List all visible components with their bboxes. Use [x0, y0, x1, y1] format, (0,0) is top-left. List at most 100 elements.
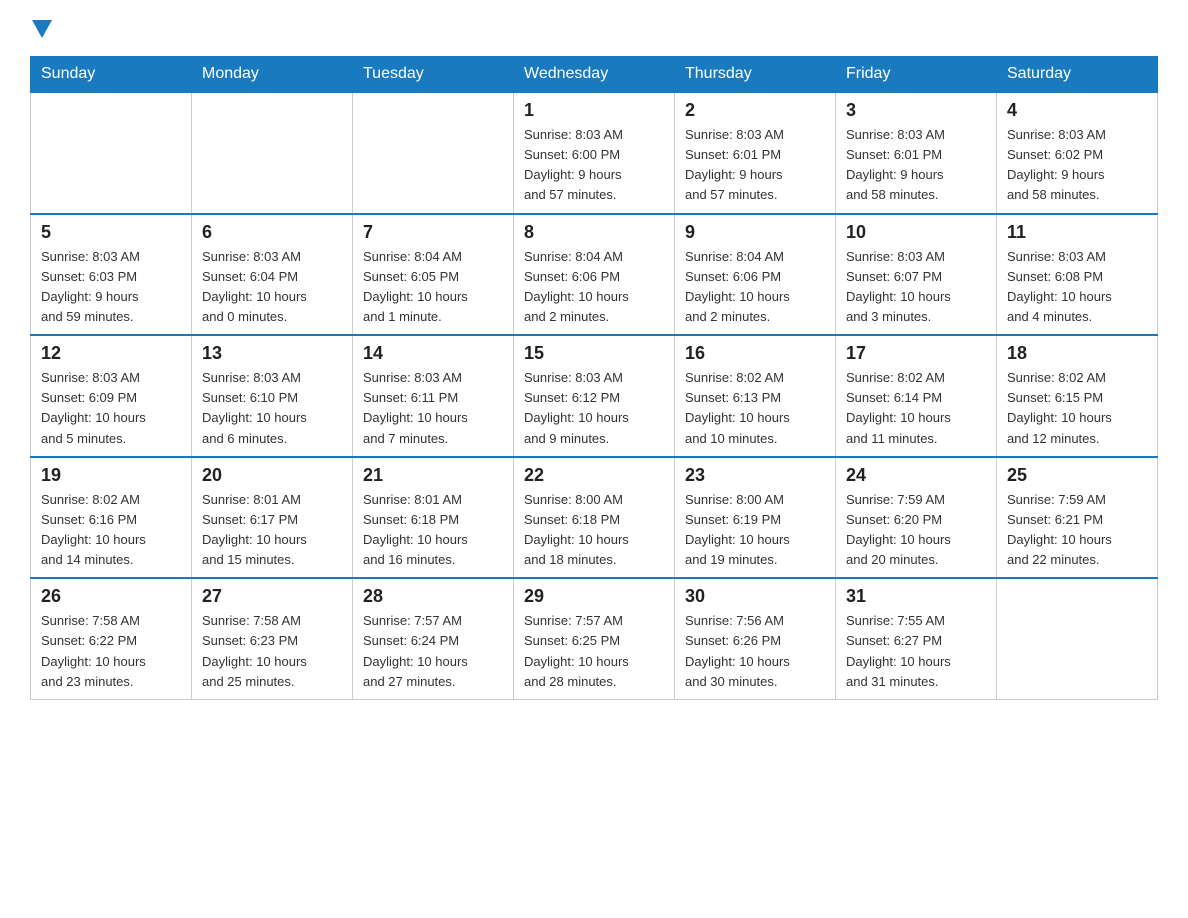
day-info: Sunrise: 8:03 AMSunset: 6:09 PMDaylight:… [41, 368, 181, 449]
calendar-day-cell: 26 Sunrise: 7:58 AMSunset: 6:22 PMDayligh… [31, 578, 192, 699]
day-info: Sunrise: 8:04 AMSunset: 6:05 PMDaylight:… [363, 247, 503, 328]
day-number: 13 [202, 343, 342, 364]
calendar-day-cell: 15 Sunrise: 8:03 AMSunset: 6:12 PMDayligh… [514, 335, 675, 457]
calendar-day-cell: 12 Sunrise: 8:03 AMSunset: 6:09 PMDayligh… [31, 335, 192, 457]
calendar-day-cell [31, 92, 192, 214]
day-info: Sunrise: 8:03 AMSunset: 6:11 PMDaylight:… [363, 368, 503, 449]
day-info: Sunrise: 8:00 AMSunset: 6:19 PMDaylight:… [685, 490, 825, 571]
day-info: Sunrise: 8:02 AMSunset: 6:13 PMDaylight:… [685, 368, 825, 449]
calendar-week-row: 26 Sunrise: 7:58 AMSunset: 6:22 PMDayligh… [31, 578, 1158, 699]
day-number: 30 [685, 586, 825, 607]
day-info: Sunrise: 7:56 AMSunset: 6:26 PMDaylight:… [685, 611, 825, 692]
calendar-day-cell: 24 Sunrise: 7:59 AMSunset: 6:20 PMDayligh… [836, 457, 997, 579]
day-number: 20 [202, 465, 342, 486]
calendar-header-row: SundayMondayTuesdayWednesdayThursdayFrid… [31, 57, 1158, 93]
calendar-day-cell: 27 Sunrise: 7:58 AMSunset: 6:23 PMDayligh… [192, 578, 353, 699]
calendar-day-cell: 10 Sunrise: 8:03 AMSunset: 6:07 PMDayligh… [836, 214, 997, 336]
calendar-day-cell: 7Sunrise: 8:04 AMSunset: 6:05 PMDaylight… [353, 214, 514, 336]
calendar-header-day: Sunday [31, 57, 192, 93]
day-info: Sunrise: 7:55 AMSunset: 6:27 PMDaylight:… [846, 611, 986, 692]
calendar-day-cell: 31 Sunrise: 7:55 AMSunset: 6:27 PMDayligh… [836, 578, 997, 699]
calendar-day-cell: 5 Sunrise: 8:03 AMSunset: 6:03 PMDaylight… [31, 214, 192, 336]
calendar-day-cell: 2 Sunrise: 8:03 AMSunset: 6:01 PMDaylight… [675, 92, 836, 214]
day-number: 10 [846, 222, 986, 243]
calendar-day-cell: 9 Sunrise: 8:04 AMSunset: 6:06 PMDaylight… [675, 214, 836, 336]
calendar-week-row: 19Sunrise: 8:02 AMSunset: 6:16 PMDayligh… [31, 457, 1158, 579]
day-info: Sunrise: 8:01 AMSunset: 6:17 PMDaylight:… [202, 490, 342, 571]
day-number: 11 [1007, 222, 1147, 243]
day-info: Sunrise: 8:03 AMSunset: 6:02 PMDaylight:… [1007, 125, 1147, 206]
calendar-day-cell: 16 Sunrise: 8:02 AMSunset: 6:13 PMDayligh… [675, 335, 836, 457]
day-info: Sunrise: 8:04 AMSunset: 6:06 PMDaylight:… [524, 247, 664, 328]
calendar-day-cell: 19Sunrise: 8:02 AMSunset: 6:16 PMDayligh… [31, 457, 192, 579]
day-info: Sunrise: 7:58 AMSunset: 6:22 PMDaylight:… [41, 611, 181, 692]
calendar-day-cell: 6Sunrise: 8:03 AMSunset: 6:04 PMDaylight… [192, 214, 353, 336]
day-info: Sunrise: 8:03 AMSunset: 6:12 PMDaylight:… [524, 368, 664, 449]
day-info: Sunrise: 8:03 AMSunset: 6:04 PMDaylight:… [202, 247, 342, 328]
day-number: 5 [41, 222, 181, 243]
day-number: 18 [1007, 343, 1147, 364]
day-number: 26 [41, 586, 181, 607]
day-number: 2 [685, 100, 825, 121]
calendar-day-cell: 29 Sunrise: 7:57 AMSunset: 6:25 PMDayligh… [514, 578, 675, 699]
calendar-day-cell: 22 Sunrise: 8:00 AMSunset: 6:18 PMDayligh… [514, 457, 675, 579]
day-number: 15 [524, 343, 664, 364]
day-number: 23 [685, 465, 825, 486]
day-info: Sunrise: 7:57 AMSunset: 6:24 PMDaylight:… [363, 611, 503, 692]
calendar-day-cell: 13 Sunrise: 8:03 AMSunset: 6:10 PMDayligh… [192, 335, 353, 457]
day-info: Sunrise: 8:03 AMSunset: 6:03 PMDaylight:… [41, 247, 181, 328]
calendar-week-row: 5 Sunrise: 8:03 AMSunset: 6:03 PMDaylight… [31, 214, 1158, 336]
calendar-day-cell [997, 578, 1158, 699]
day-info: Sunrise: 7:59 AMSunset: 6:21 PMDaylight:… [1007, 490, 1147, 571]
calendar-week-row: 1 Sunrise: 8:03 AMSunset: 6:00 PMDaylight… [31, 92, 1158, 214]
day-number: 12 [41, 343, 181, 364]
day-number: 24 [846, 465, 986, 486]
calendar-header-day: Thursday [675, 57, 836, 93]
day-number: 14 [363, 343, 503, 364]
day-info: Sunrise: 8:03 AMSunset: 6:00 PMDaylight:… [524, 125, 664, 206]
day-info: Sunrise: 7:59 AMSunset: 6:20 PMDaylight:… [846, 490, 986, 571]
calendar-day-cell: 28 Sunrise: 7:57 AMSunset: 6:24 PMDayligh… [353, 578, 514, 699]
day-number: 9 [685, 222, 825, 243]
calendar-day-cell: 14 Sunrise: 8:03 AMSunset: 6:11 PMDayligh… [353, 335, 514, 457]
day-info: Sunrise: 8:03 AMSunset: 6:08 PMDaylight:… [1007, 247, 1147, 328]
day-number: 28 [363, 586, 503, 607]
day-number: 27 [202, 586, 342, 607]
logo [30, 20, 52, 38]
calendar-day-cell [353, 92, 514, 214]
day-number: 22 [524, 465, 664, 486]
day-info: Sunrise: 8:02 AMSunset: 6:15 PMDaylight:… [1007, 368, 1147, 449]
day-number: 31 [846, 586, 986, 607]
calendar-day-cell: 23 Sunrise: 8:00 AMSunset: 6:19 PMDayligh… [675, 457, 836, 579]
day-number: 29 [524, 586, 664, 607]
day-info: Sunrise: 8:03 AMSunset: 6:10 PMDaylight:… [202, 368, 342, 449]
day-number: 17 [846, 343, 986, 364]
calendar-header-day: Friday [836, 57, 997, 93]
day-info: Sunrise: 7:57 AMSunset: 6:25 PMDaylight:… [524, 611, 664, 692]
day-number: 8 [524, 222, 664, 243]
calendar-header-day: Saturday [997, 57, 1158, 93]
day-number: 3 [846, 100, 986, 121]
day-info: Sunrise: 8:03 AMSunset: 6:01 PMDaylight:… [685, 125, 825, 206]
day-info: Sunrise: 8:03 AMSunset: 6:07 PMDaylight:… [846, 247, 986, 328]
day-info: Sunrise: 8:02 AMSunset: 6:16 PMDaylight:… [41, 490, 181, 571]
day-number: 21 [363, 465, 503, 486]
calendar-day-cell: 11 Sunrise: 8:03 AMSunset: 6:08 PMDayligh… [997, 214, 1158, 336]
calendar-day-cell: 25 Sunrise: 7:59 AMSunset: 6:21 PMDayligh… [997, 457, 1158, 579]
day-info: Sunrise: 8:04 AMSunset: 6:06 PMDaylight:… [685, 247, 825, 328]
day-number: 16 [685, 343, 825, 364]
day-number: 25 [1007, 465, 1147, 486]
calendar-header-day: Tuesday [353, 57, 514, 93]
calendar-day-cell: 30 Sunrise: 7:56 AMSunset: 6:26 PMDayligh… [675, 578, 836, 699]
day-info: Sunrise: 8:03 AMSunset: 6:01 PMDaylight:… [846, 125, 986, 206]
day-info: Sunrise: 8:00 AMSunset: 6:18 PMDaylight:… [524, 490, 664, 571]
calendar-day-cell: 20 Sunrise: 8:01 AMSunset: 6:17 PMDayligh… [192, 457, 353, 579]
day-number: 1 [524, 100, 664, 121]
calendar-table: SundayMondayTuesdayWednesdayThursdayFrid… [30, 56, 1158, 700]
day-info: Sunrise: 7:58 AMSunset: 6:23 PMDaylight:… [202, 611, 342, 692]
logo-triangle-icon [32, 20, 52, 40]
day-info: Sunrise: 8:01 AMSunset: 6:18 PMDaylight:… [363, 490, 503, 571]
calendar-day-cell: 3 Sunrise: 8:03 AMSunset: 6:01 PMDaylight… [836, 92, 997, 214]
calendar-header-day: Wednesday [514, 57, 675, 93]
day-info: Sunrise: 8:02 AMSunset: 6:14 PMDaylight:… [846, 368, 986, 449]
